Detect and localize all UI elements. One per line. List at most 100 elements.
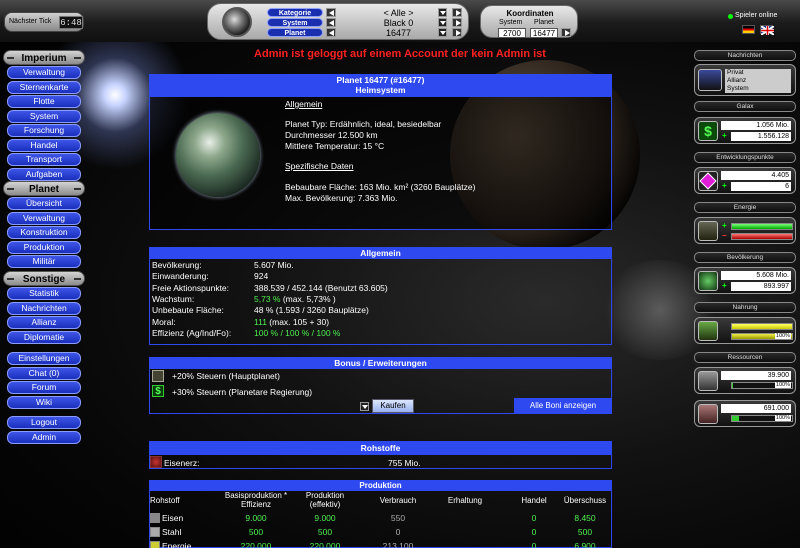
allgemein-value: 48 % (1.593 / 3260 Bauplätze) — [254, 305, 369, 316]
menu-item-planet-0[interactable]: Übersicht — [7, 197, 81, 210]
menu-item-account-1[interactable]: Admin — [7, 430, 81, 444]
planet-next-icon[interactable] — [452, 28, 462, 37]
coord-planet-input[interactable]: 16477 — [530, 28, 558, 38]
menu-item-sonstige-0[interactable]: Statistik — [7, 287, 81, 300]
ressourcen-2-bar-fill — [732, 416, 740, 421]
menu-item-imperium-7[interactable]: Aufgaben — [7, 167, 81, 181]
planet-allgemein-heading: Allgemein — [285, 99, 323, 109]
msg-tab-system[interactable]: System — [725, 85, 791, 93]
menu-item-sonstige-1[interactable]: Nachrichten — [7, 301, 81, 315]
resource-icon — [150, 541, 160, 548]
energie-bar-plus — [731, 223, 793, 230]
planet-button[interactable]: Planet — [267, 28, 323, 37]
players-online[interactable]: Spieler online — [728, 12, 778, 19]
menu-item-sonstige-2[interactable]: Allianz — [7, 316, 81, 329]
menu-item-misc-1[interactable]: Chat (0) — [7, 366, 81, 380]
produktion-col-header: Basisproduktion * Effizienz — [224, 491, 288, 509]
kategorie-prev-icon[interactable] — [326, 8, 336, 17]
menu-item-imperium-4[interactable]: Forschung — [7, 124, 81, 137]
galax-box: $ 1.056 Mio. + 1.556.128 — [694, 117, 796, 144]
planet-orb-icon[interactable] — [222, 7, 252, 37]
planet-prev-icon[interactable] — [326, 28, 336, 37]
menu-item-sonstige-3[interactable]: Diplomatie — [7, 330, 81, 344]
menu-item-imperium-2[interactable]: Flotte — [7, 95, 81, 108]
kategorie-dropdown-icon[interactable] — [438, 8, 447, 17]
produktion-col-header: Rohstoff — [150, 496, 180, 505]
tick-timer: Nächster Tick 6:48 — [4, 12, 84, 32]
planet-title: Planet 16477 (#16477) — [336, 75, 425, 85]
bevoelkerung-value: 5.608 Mio. — [721, 271, 791, 280]
population-icon — [698, 271, 718, 291]
menu-item-misc-0[interactable]: Einstellungen — [7, 352, 81, 365]
system-next-icon[interactable] — [452, 18, 462, 27]
energie-box: + − — [694, 217, 796, 244]
coord-system-input[interactable]: 2700 — [498, 28, 526, 38]
produktion-cell-handel: 0 — [531, 513, 537, 523]
online-dot-icon — [728, 14, 733, 19]
resource-icon — [150, 513, 160, 523]
planet-box-body — [149, 96, 612, 230]
menu-item-imperium-0[interactable]: Verwaltung — [7, 66, 81, 79]
menu-item-imperium-1[interactable]: Sternenkarte — [7, 80, 81, 94]
research-diamond-icon — [698, 171, 718, 191]
coord-planet-label: Planet — [534, 19, 554, 26]
menu-item-imperium-5[interactable]: Handel — [7, 138, 81, 152]
planet-selector-panel: Kategorie System Planet < Alle > Black 0… — [207, 3, 469, 40]
system-select[interactable]: Black 0 — [346, 18, 451, 28]
uk-flag-icon[interactable] — [760, 25, 774, 35]
kategorie-button[interactable]: Kategorie — [267, 8, 323, 17]
ressourcen-2-pct: 100% — [774, 415, 791, 421]
produktion-cell-ueberschuss: 500 — [577, 527, 593, 537]
galax-income: 1.556.128 — [731, 132, 791, 141]
planet-dropdown-icon[interactable] — [438, 28, 447, 37]
system-button[interactable]: System — [267, 18, 323, 27]
ressourcen-1-bar: 100% — [731, 382, 793, 389]
show-all-bonus-button[interactable]: Alle Boni anzeigen — [514, 398, 612, 414]
kategorie-next-icon[interactable] — [452, 8, 462, 17]
menu-item-misc-2[interactable]: Forum — [7, 381, 81, 394]
bonus-dropdown-icon[interactable] — [360, 402, 369, 411]
castle-icon — [152, 370, 164, 382]
menu-item-planet-3[interactable]: Produktion — [7, 240, 81, 254]
bonus-header: Bonus / Erweiterungen — [149, 357, 612, 369]
tick-label: Nächster Tick — [9, 18, 52, 25]
galax-plus-icon: + — [722, 131, 727, 140]
coordinates-panel: Koordinaten System Planet 2700 16477 — [480, 5, 578, 38]
menu-item-imperium-6[interactable]: Transport — [7, 153, 81, 166]
allgemein-value: 5,73 % (max. 5,73% ) — [254, 294, 336, 304]
bevoelkerung-header: Bevölkerung — [694, 252, 796, 263]
kaufen-button[interactable]: Kaufen — [372, 399, 414, 413]
msg-tab-privat[interactable]: Privat — [725, 69, 791, 77]
menu-item-account-0[interactable]: Logout — [7, 416, 81, 429]
menu-item-planet-4[interactable]: Militär — [7, 255, 81, 268]
menu-item-planet-1[interactable]: Verwaltung — [7, 211, 81, 225]
coord-go-icon[interactable] — [561, 28, 571, 37]
german-flag-icon[interactable] — [742, 25, 755, 34]
allgemein-value: 100 % / 100 % / 100 % — [254, 328, 340, 338]
allgemein-label: Bevölkerung: — [152, 260, 202, 270]
produktion-cell-name: Stahl — [162, 527, 182, 537]
kategorie-select[interactable]: < Alle > — [346, 8, 451, 18]
players-online-label: Spieler online — [735, 12, 778, 19]
produktion-col-header: Überschuss — [563, 496, 607, 505]
menu-item-imperium-3[interactable]: System — [7, 109, 81, 123]
produktion-cell-basis: 220.000 — [240, 541, 272, 548]
energie-header: Energie — [694, 202, 796, 213]
system-prev-icon[interactable] — [326, 18, 336, 27]
allgemein-label: Moral: — [152, 316, 176, 327]
planet-select[interactable]: 16477 — [346, 28, 451, 38]
admin-warning: Admin ist geloggt auf einem Account der … — [254, 48, 546, 60]
produktion-cell-prod: 9.000 — [314, 513, 336, 523]
mail-icon[interactable] — [698, 69, 722, 91]
msg-tab-allianz[interactable]: Allianz — [725, 77, 791, 85]
menu-heading-sonstige: Sonstige — [3, 271, 85, 286]
planet-area: Bebaubare Fläche: 163 Mio. km² (3260 Bau… — [285, 182, 476, 192]
bonus-item-2: +30% Steuern (Planetare Regierung) — [172, 387, 313, 397]
menu-item-misc-3[interactable]: Wiki — [7, 395, 81, 409]
system-dropdown-icon[interactable] — [438, 18, 447, 27]
planet-temperature: Mittlere Temperatur: 15 °C — [285, 141, 385, 151]
menu-item-planet-2[interactable]: Konstruktion — [7, 226, 81, 239]
tick-value: 6:48 — [59, 16, 83, 29]
resource-icon — [150, 527, 160, 537]
bevoelkerung-box: 5.608 Mio. + 893.997 — [694, 267, 796, 294]
